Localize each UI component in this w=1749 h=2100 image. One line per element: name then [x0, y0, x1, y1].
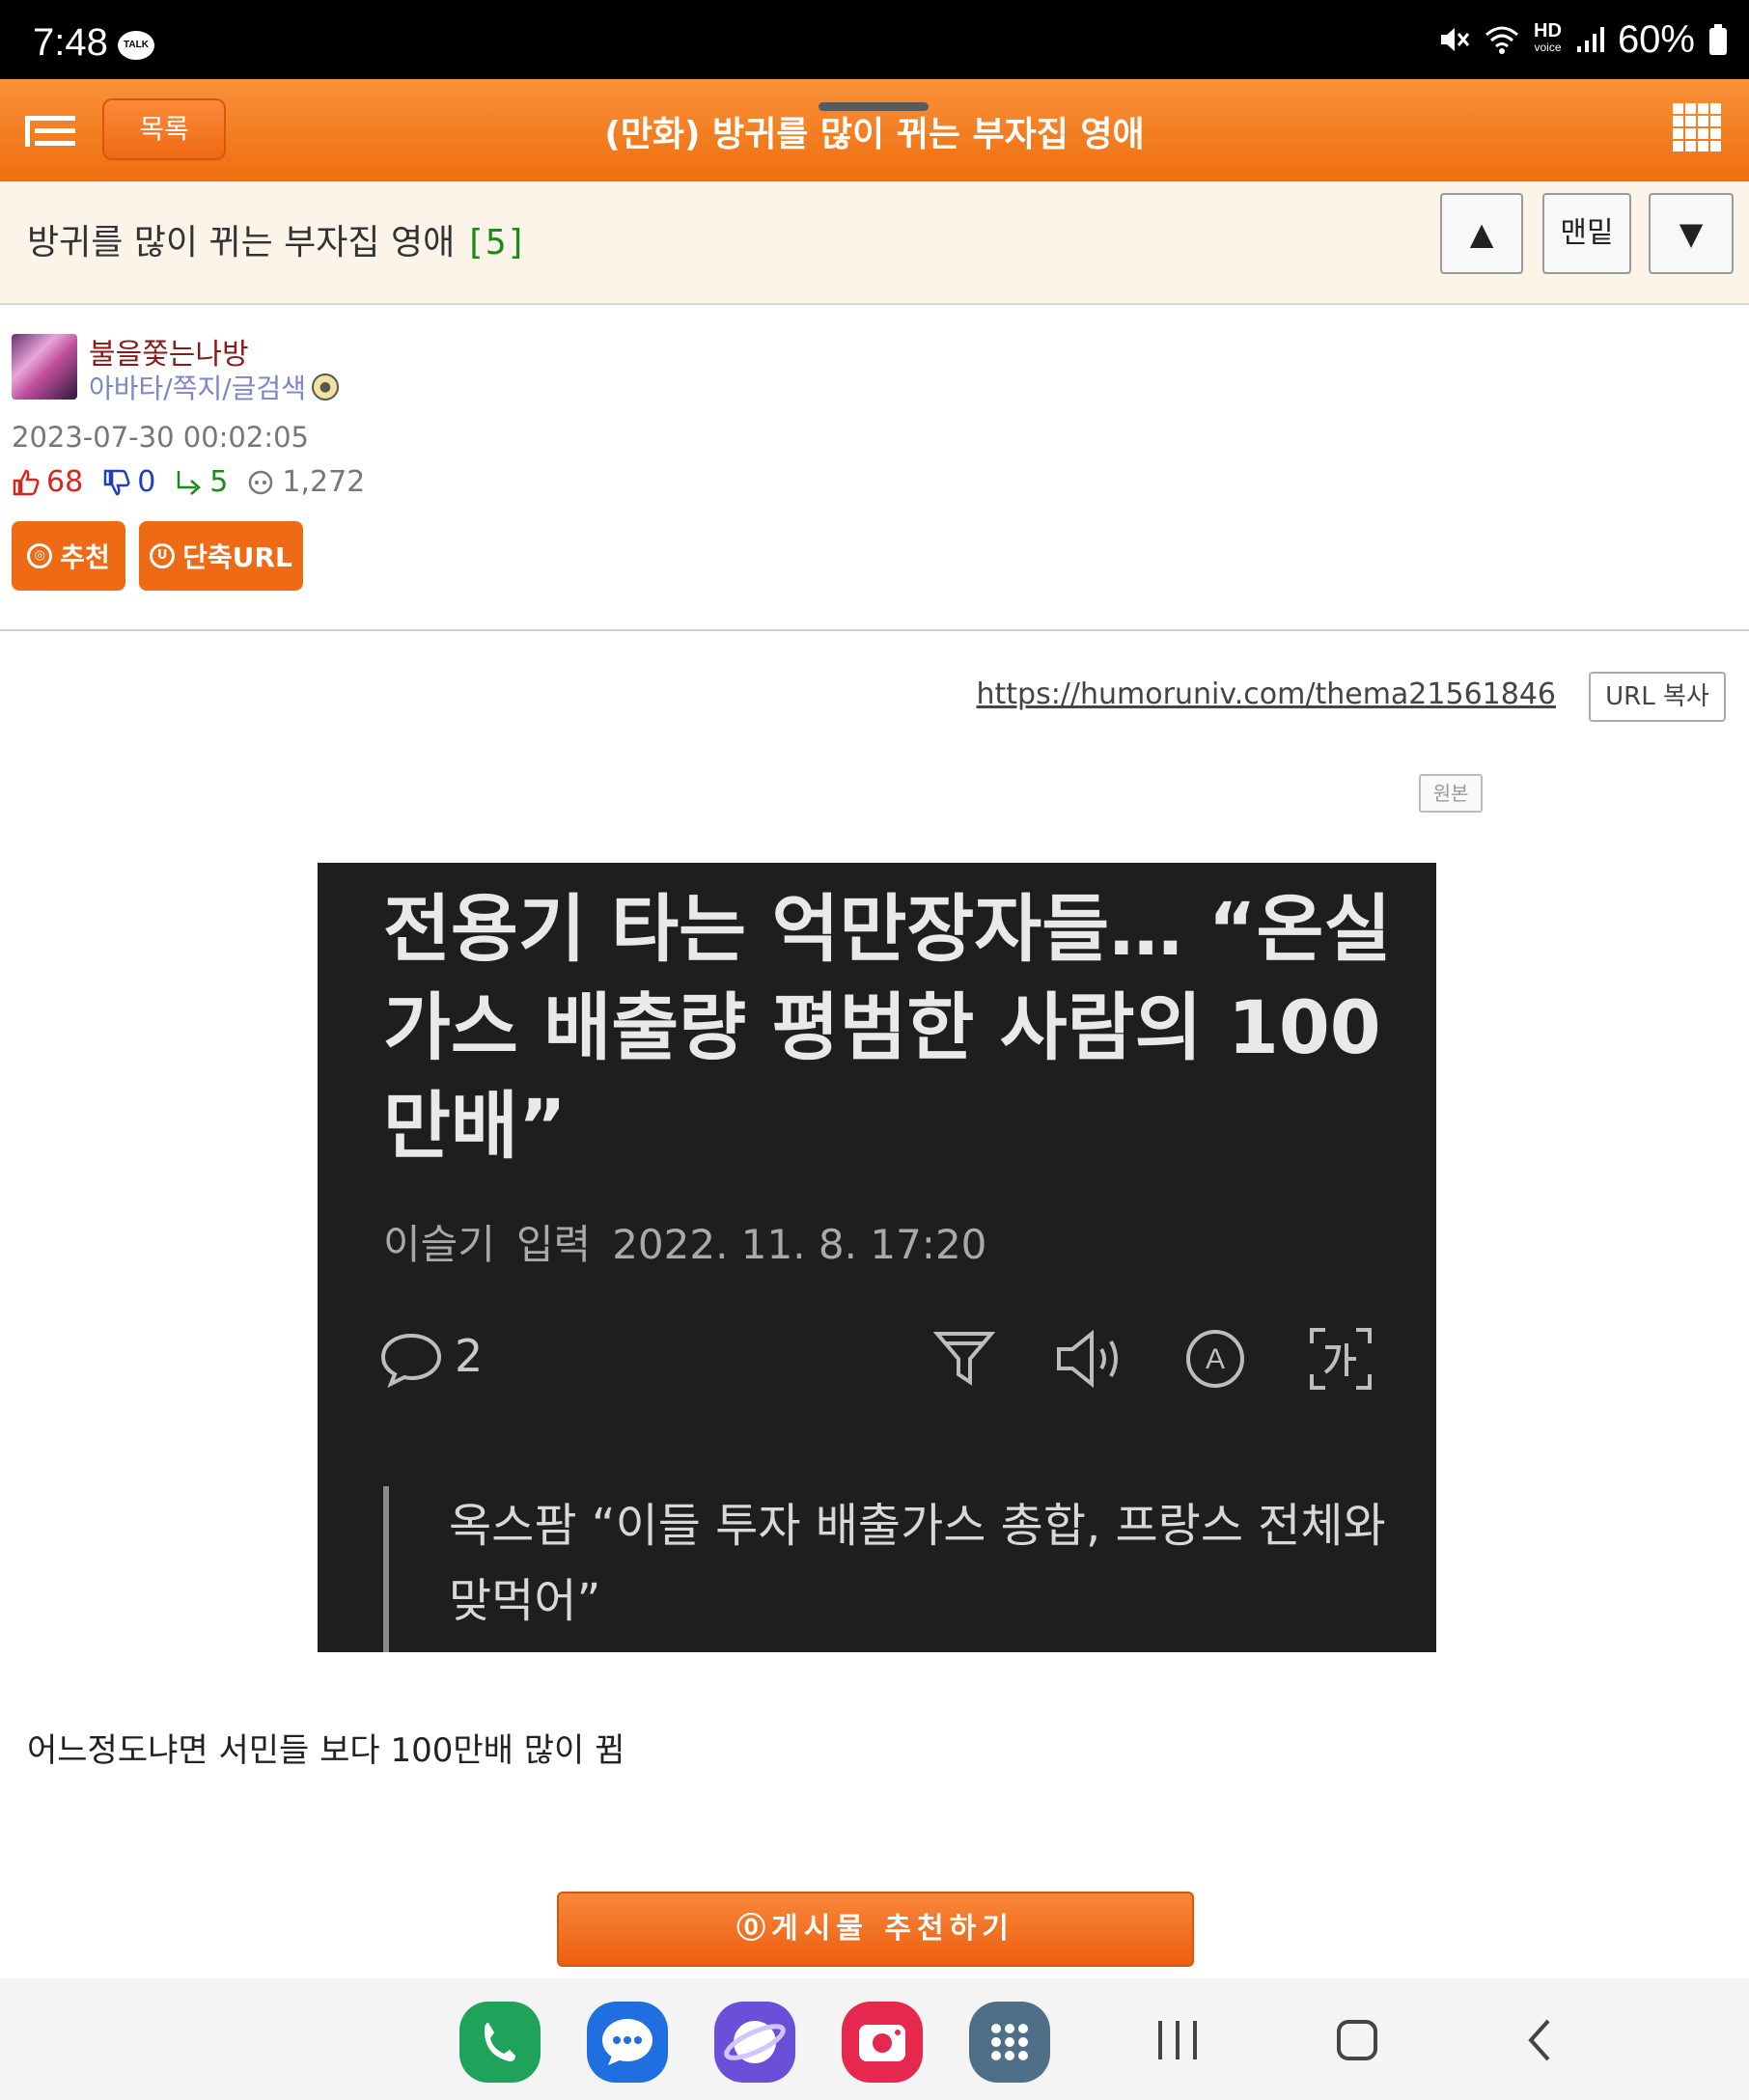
- scroll-up-button[interactable]: ▲: [1440, 193, 1523, 274]
- kakaotalk-notification-icon: TALK: [118, 31, 154, 60]
- recommend-button[interactable]: ◎ 추천: [12, 521, 125, 591]
- dislikes-count: 0: [137, 465, 156, 499]
- voice-label: voice: [1534, 41, 1562, 54]
- filter-icon: [933, 1332, 995, 1386]
- top-bar: 목록 (만화) 방귀를 많이 뀌는 부자집 영애: [0, 79, 1749, 181]
- internet-app-icon[interactable]: [714, 2002, 795, 2083]
- speaker-icon: [1057, 1329, 1118, 1389]
- news-screenshot-image: 전용기 타는 억만장자들… “온실가스 배출량 평범한 사람의 100만배” 이…: [318, 863, 1436, 1652]
- url-copy-button[interactable]: URL 복사: [1589, 672, 1726, 722]
- post-date: 2023-07-30 00:02:05: [12, 421, 309, 454]
- menu-icon[interactable]: [25, 116, 75, 147]
- auto-translate-icon: A: [1186, 1330, 1244, 1388]
- dislikes: 0: [102, 465, 155, 499]
- post-title-bar: 방귀를 많이 뀌는 부자집 영애 [5] ▲ 맨밑 ▼: [0, 181, 1749, 305]
- replies-count: 5: [209, 465, 229, 499]
- views-count: 1,272: [282, 465, 366, 499]
- post-body-text: 어느정도냐면 서민들 보다 100만배 많이 뀜: [27, 1731, 625, 1770]
- battery-percent: 60%: [1617, 17, 1695, 61]
- news-meta: 이슬기 입력 2022. 11. 8. 17:20: [383, 1212, 1008, 1271]
- likes: 68: [12, 465, 83, 499]
- author-links: 아바타/쪽지/글검색 ●: [89, 368, 339, 406]
- back-button[interactable]: [1523, 2019, 1556, 2061]
- news-datetime: 2022. 11. 8. 17:20: [612, 1221, 987, 1268]
- recents-button[interactable]: [1154, 2019, 1201, 2061]
- wifi-icon: [1485, 26, 1519, 54]
- phone-app-icon[interactable]: [459, 2002, 541, 2083]
- likes-count: 68: [46, 465, 84, 499]
- recommend-icon: ◎: [27, 543, 53, 568]
- system-nav-bar: [0, 1978, 1749, 2100]
- thumbs-down-icon: [103, 469, 130, 495]
- apps-grid-icon[interactable]: [1673, 103, 1721, 152]
- thumbs-up-icon: [13, 469, 40, 495]
- author-links-text[interactable]: 아바타/쪽지/글검색: [89, 368, 306, 406]
- post-title: 방귀를 많이 뀌는 부자집 영애 [5]: [27, 214, 527, 264]
- news-subheadline-block: 옥스팜 “이들 투자 배출가스 총합, 프랑스 전체와 맞먹어”: [383, 1486, 1406, 1652]
- news-comment-count: 2: [455, 1330, 484, 1382]
- news-subheadline: 옥스팜 “이들 투자 배출가스 총합, 프랑스 전체와 맞먹어”: [449, 1499, 1386, 1628]
- messages-app-icon[interactable]: [587, 2002, 668, 2083]
- reply-arrow-icon: [178, 470, 202, 495]
- app-drawer-icon[interactable]: [969, 2002, 1050, 2083]
- hd-label: HD: [1534, 20, 1562, 41]
- replies: 5: [175, 465, 228, 499]
- news-input-label: 입력: [515, 1221, 592, 1268]
- post-title-text: 방귀를 많이 뀌는 부자집 영애: [27, 223, 456, 262]
- signal-icon: [1576, 27, 1604, 52]
- avatar[interactable]: [12, 334, 77, 400]
- recommend-post-button[interactable]: ⓪게시물 추천하기: [557, 1892, 1194, 1967]
- svg-text:A: A: [1206, 1343, 1225, 1375]
- post-stats: 68 0 5 1,272: [12, 465, 365, 499]
- battery-icon: [1709, 24, 1727, 55]
- list-button[interactable]: 목록: [102, 98, 226, 160]
- short-url-button[interactable]: U 단축URL: [139, 521, 303, 591]
- divider: [0, 629, 1749, 631]
- scroll-down-button[interactable]: ▼: [1649, 193, 1734, 274]
- news-headline: 전용기 타는 억만장자들… “온실가스 배출량 평범한 사람의 100만배”: [383, 886, 1392, 1169]
- original-image-button[interactable]: 원본: [1419, 774, 1483, 813]
- page-title: (만화) 방귀를 많이 뀌는 부자집 영애: [604, 115, 1145, 154]
- comment-icon: [380, 1333, 442, 1388]
- views: 1,272: [247, 465, 365, 499]
- clock: 7:48: [33, 21, 108, 64]
- camera-app-icon[interactable]: [842, 2002, 923, 2083]
- mute-icon: [1441, 28, 1470, 51]
- news-reporter: 이슬기: [383, 1221, 495, 1268]
- recommend-label: 추천: [60, 541, 110, 573]
- post-url-link[interactable]: https://humoruniv.com/thema21561846: [976, 677, 1556, 711]
- scroll-bottom-button[interactable]: 맨밑: [1542, 193, 1631, 274]
- news-toolbar: 2 A: [318, 1316, 1436, 1394]
- url-icon: U: [150, 543, 176, 568]
- comment-count[interactable]: [5]: [464, 223, 527, 262]
- status-bar: 7:48 TALK HD voice 60%: [0, 0, 1749, 79]
- home-button[interactable]: [1336, 2019, 1378, 2061]
- level-badge-icon: ●: [311, 373, 339, 401]
- font-size-icon: [1310, 1328, 1372, 1390]
- hd-voice-indicator: HD voice: [1534, 20, 1562, 56]
- short-url-label: 단축URL: [182, 541, 292, 573]
- views-icon: [249, 470, 273, 494]
- author-name[interactable]: 불을쫓는나방: [89, 330, 249, 373]
